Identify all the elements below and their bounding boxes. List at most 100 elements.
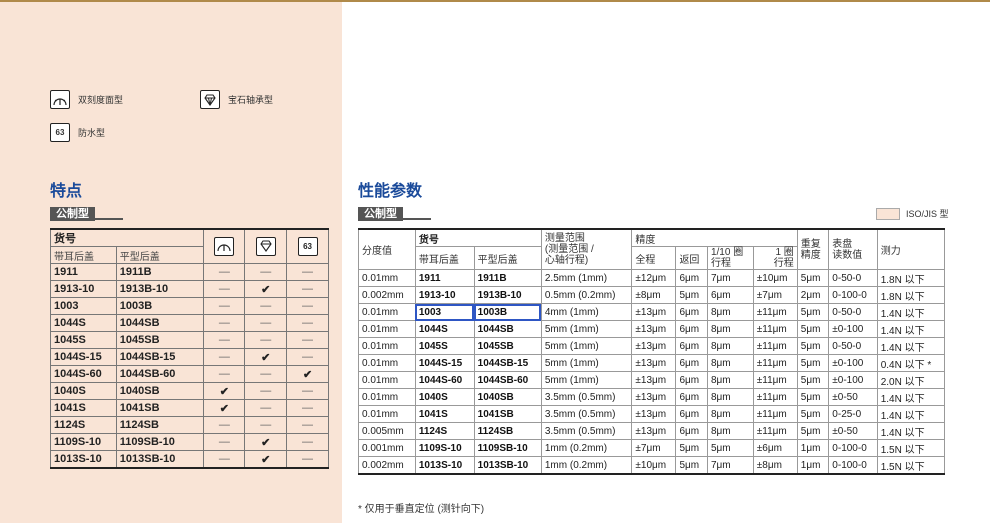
dual-dial-mark: — [203,314,246,332]
item-with-lug: 1124S [414,422,475,440]
item-with-lug: 1045S [414,337,475,355]
table-row: 0.005mm 1124S 1124SB 3.5mm (0.5mm) ±13μm 6μm 8… [358,422,946,440]
table-row: 0.01mm 1044S-15 1044SB-15 5mm (1mm) ±13μm 6μm… [358,354,946,372]
retrace: 6μm [675,388,708,406]
measuring-force: 1.8N 以下 [876,286,946,304]
retrace: 6μm [675,405,708,423]
dual-dial-mark: — [203,280,246,298]
one-rev: ±11μm [752,405,798,423]
waterproof-mark: ✔ [286,365,329,383]
graduation: 0.001mm [358,439,416,457]
measuring-force: 1.4N 以下 [876,422,946,440]
item-flat-back: 1044SB-15 [115,348,205,366]
tag-underline [95,218,123,220]
graduation-header: 分度值 [358,228,416,270]
full-range-header: 全程 [631,246,677,270]
retrace: 6μm [675,320,708,338]
waterproof-mark: — [286,331,329,349]
item-flat-back: 1044SB [115,314,205,332]
retrace: 6μm [675,354,708,372]
measuring-force: 1.8N 以下 [876,269,946,287]
range: 0.5mm (0.2mm) [540,286,633,304]
waterproof-mark: — [286,314,329,332]
one-rev: ±8μm [752,456,798,475]
item-flat-back: 1013SB-10 [115,450,205,469]
graduation: 0.01mm [358,354,416,372]
range-header: 测量范围 (测量范围 / 心轴行程) [540,228,633,270]
jewel-bearing-icon [200,90,220,109]
graduation: 0.01mm [358,320,416,338]
accuracy-header: 精度 [631,228,798,247]
performance-title: 性能参数 [358,183,423,200]
measuring-force: 2.0N 以下 [876,371,946,389]
item-flat-back: 1913B-10 [115,280,205,298]
dial-header: 表盘 读数值 [828,228,878,270]
dual-dial-mark: — [203,433,246,451]
dual-dial-mark: — [203,348,246,366]
measuring-force: 1.4N 以下 [876,405,946,423]
tenth-rev-header: 1/10 圈 行程 [706,246,754,270]
range: 3.5mm (0.5mm) [540,388,633,406]
col-waterproof: 63 [286,228,329,264]
jewel-bearing-mark: ✔ [244,280,288,298]
dual-dial-mark: — [203,450,246,469]
tenth-rev: 8μm [706,303,754,321]
tenth-rev: 7μm [706,269,754,287]
performance-tag: 公制型 [358,207,431,221]
legend-label: 宝石轴承型 [228,95,274,105]
item-with-lug: 1003 [50,297,117,315]
tenth-rev: 7μm [706,456,754,475]
full-accuracy: ±13μm [631,354,677,372]
repeatability: 5μm [796,405,830,423]
features-table: 货号 63 带耳后盖 平型后盖 1911 1911B — — —1913-10 1913B [49,228,329,469]
table-row: 0.01mm 1044S 1044SB 5mm (1mm) ±13μm 6μm 8μm ±11… [358,320,946,338]
retrace: 5μm [675,439,708,457]
force-header: 测力 [876,228,946,270]
table-row: 0.002mm 1913-10 1913B-10 0.5mm (0.2mm) ±8μm 5… [358,286,946,304]
item-flat-back: 1003B [473,303,542,321]
range: 2.5mm (1mm) [540,269,633,287]
table-row: 1044S-15 1044SB-15— ✔ — [50,348,329,366]
table-row: 0.01mm 1044S-60 1044SB-60 5mm (1mm) ±13μm 6μm… [358,371,946,389]
measuring-force: 1.4N 以下 [876,337,946,355]
item-flat-back: 1913B-10 [473,286,542,304]
repeatability: 5μm [796,388,830,406]
repeatability: 5μm [796,337,830,355]
tenth-rev: 8μm [706,371,754,389]
range: 1mm (0.2mm) [540,456,633,475]
repeatability: 5μm [796,371,830,389]
dial-reading: 0-50-0 [828,269,878,287]
table-row: 0.002mm 1013S-10 1013SB-10 1mm (0.2mm) ±10μm… [358,456,946,475]
repeatability: 5μm [796,320,830,338]
table-row: 1913-10 1913B-10— ✔ — [50,280,329,298]
one-rev: ±11μm [752,371,798,389]
table-row: 0.01mm 1045S 1045SB 5mm (1mm) ±13μm 6μm 8μm ±11… [358,337,946,355]
tag-label: 公制型 [358,207,403,221]
legend-label: 双刻度面型 [78,95,124,105]
waterproof-63-icon: 63 [50,123,70,142]
retrace-header: 返回 [675,246,708,270]
range: 4mm (1mm) [540,303,633,321]
jewel-bearing-icon [255,236,276,256]
dial-reading: 0-100-0 [828,286,878,304]
retrace: 6μm [675,337,708,355]
full-accuracy: ±13μm [631,303,677,321]
tenth-rev: 8μm [706,388,754,406]
col-jewel-bearing [244,228,288,264]
table-row: 1109S-10 1109SB-10— ✔ — [50,433,329,451]
range: 5mm (1mm) [540,337,633,355]
full-accuracy: ±13μm [631,405,677,423]
dual-dial-mark: ✔ [203,399,246,417]
item-with-lug: 1109S-10 [50,433,117,451]
item-with-lug: 1044S [414,320,475,338]
repeatability: 2μm [796,286,830,304]
table-row: 0.01mm 1040S 1040SB 3.5mm (0.5mm) ±13μm 6μm 8μ… [358,388,946,406]
dial-reading: ±0-50 [828,422,878,440]
graduation: 0.005mm [358,422,416,440]
item-with-lug: 1003 [414,303,475,321]
graduation: 0.002mm [358,456,416,475]
tenth-rev: 8μm [706,337,754,355]
one-rev-header: 1 圈 行程 [752,246,798,270]
table-row: 0.01mm 1911 1911B 2.5mm (1mm) ±12μm 6μm 7μm ±10… [358,269,946,287]
measuring-force: 0.4N 以下 * [876,354,946,372]
